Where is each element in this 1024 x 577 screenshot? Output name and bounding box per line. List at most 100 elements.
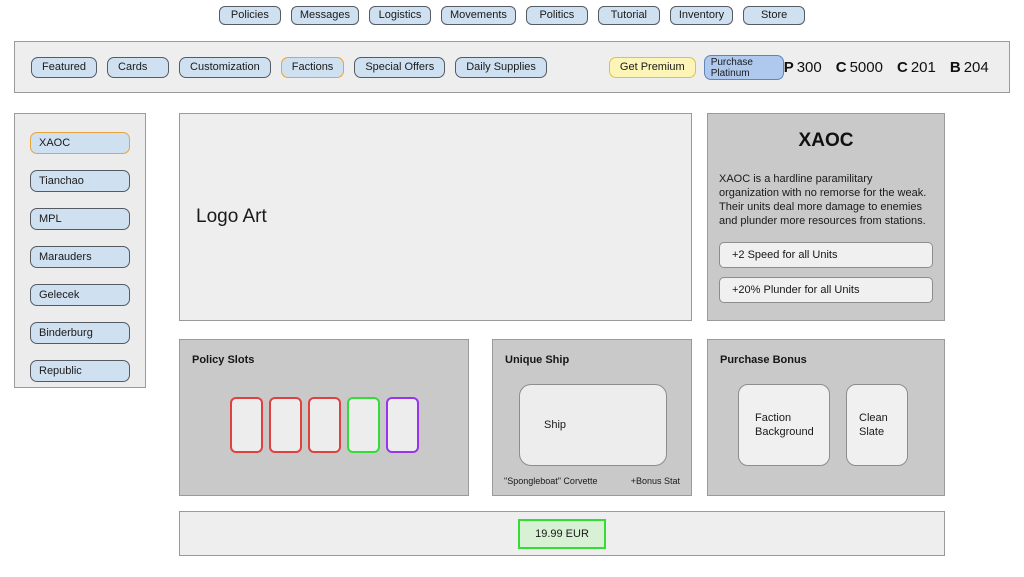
unique-ship-footer: "Spongleboat" Corvette +Bonus Stat: [504, 476, 680, 486]
store-tab-label: Featured: [42, 60, 87, 73]
currency-amount: 300: [796, 58, 822, 76]
currency-symbol: P: [783, 58, 794, 76]
faction-sidebar: XAOC Tianchao MPL Marauders Gelecek Binderbur…: [14, 113, 146, 388]
currency-item: P 300: [784, 59, 822, 76]
nav-item-label: Tutorial: [610, 9, 648, 22]
store-tab-featured[interactable]: Featured: [31, 56, 98, 78]
nav-item-inventory[interactable]: Inventory: [669, 6, 734, 25]
sidebar-item-mpl[interactable]: MPL: [30, 208, 130, 230]
currency-symbol: C: [835, 58, 847, 76]
get-premium-label: Get Premium: [619, 60, 685, 73]
sidebar-item-label: XAOC: [39, 136, 71, 149]
policy-slot-row: [180, 397, 468, 453]
store-tab-label: Cards: [118, 60, 148, 73]
store-toolbar: Featured Cards Customization Factions Specia…: [14, 41, 1010, 93]
store-tab-special-offers[interactable]: Special Offers: [354, 56, 446, 78]
purchase-platinum-label-line2: Platinum: [710, 68, 750, 79]
purchase-platinum-label-line1: Purchase: [710, 56, 753, 68]
nav-item-label: Movements: [450, 9, 507, 22]
purchase-bonus-card-line2: Slate: [859, 426, 885, 438]
ship-art-box[interactable]: Ship: [519, 384, 667, 466]
store-tab-customization[interactable]: Customization: [179, 56, 271, 78]
nav-item-policies[interactable]: Policies: [218, 6, 281, 25]
faction-logo-panel: Logo Art: [179, 113, 692, 321]
purchase-bonus-title: Purchase Bonus: [720, 354, 807, 366]
unique-ship-panel: Unique Ship Ship "Spongleboat" Corvette …: [492, 339, 692, 496]
currency-item: C 5000: [836, 59, 883, 76]
currency-amount: 204: [963, 58, 989, 76]
sidebar-item-label: MPL: [39, 212, 62, 225]
purchase-bonus-card-label: Clean Slate: [859, 411, 888, 439]
ship-art-placeholder: Ship: [544, 419, 567, 431]
logo-art-placeholder: Logo Art: [196, 206, 267, 227]
purchase-platinum-button[interactable]: Purchase Platinum: [703, 54, 784, 80]
faction-info-panel: XAOC XAOC is a hardline paramilitary org…: [707, 113, 945, 321]
nav-item-label: Logistics: [378, 9, 422, 22]
nav-item-label: Politics: [539, 9, 575, 22]
nav-item-label: Store: [760, 9, 788, 22]
unique-ship-title: Unique Ship: [505, 354, 570, 366]
currency-symbol: B: [949, 58, 961, 76]
store-tab-cards[interactable]: Cards: [107, 56, 170, 78]
policy-slot-card[interactable]: [307, 397, 341, 453]
sidebar-item-label: Marauders: [39, 250, 92, 263]
ship-name-label: "Spongleboat" Corvette: [504, 476, 598, 486]
purchase-bonus-panel: Purchase Bonus Faction Background Clean Sla…: [707, 339, 945, 496]
nav-item-politics[interactable]: Politics: [525, 6, 588, 25]
nav-item-label: Policies: [230, 9, 269, 22]
sidebar-item-tianchao[interactable]: Tianchao: [30, 170, 130, 192]
policy-slot-card[interactable]: [385, 397, 419, 453]
sidebar-item-xaoc[interactable]: XAOC: [30, 132, 130, 154]
policy-slots-panel: Policy Slots: [179, 339, 469, 496]
price-bar: 19.99 EUR: [179, 511, 945, 556]
purchase-bonus-card-label: Faction Background: [755, 411, 814, 439]
store-tab-label: Special Offers: [365, 60, 435, 73]
sidebar-item-gelecek[interactable]: Gelecek: [30, 284, 130, 306]
purchase-bonus-card-row: Faction Background Clean Slate: [738, 384, 908, 466]
currency-symbol: C: [896, 58, 908, 76]
faction-perk-label: +2 Speed for all Units: [732, 249, 838, 261]
currency-display: P 300 C 5000 C 201 B 204: [784, 59, 989, 76]
policy-slot-card[interactable]: [346, 397, 380, 453]
nav-item-label: Messages: [299, 9, 351, 22]
purchase-bonus-card-line2: Background: [755, 426, 814, 438]
get-premium-button[interactable]: Get Premium: [608, 56, 696, 78]
sidebar-item-label: Binderburg: [39, 326, 93, 339]
currency-item: B 204: [950, 59, 989, 76]
store-tab-group: Featured Cards Customization Factions Specia…: [31, 56, 547, 78]
purchase-bonus-card[interactable]: Clean Slate: [846, 384, 908, 466]
faction-perk: +20% Plunder for all Units: [719, 277, 933, 303]
sidebar-item-marauders[interactable]: Marauders: [30, 246, 130, 268]
sidebar-item-label: Tianchao: [39, 174, 84, 187]
sidebar-item-republic[interactable]: Republic: [30, 360, 130, 382]
store-tab-label: Daily Supplies: [466, 60, 536, 73]
purchase-price-button[interactable]: 19.99 EUR: [518, 518, 606, 549]
nav-item-movements[interactable]: Movements: [441, 6, 516, 25]
store-tab-factions[interactable]: Factions: [280, 56, 345, 78]
purchase-bonus-card[interactable]: Faction Background: [738, 384, 830, 466]
policy-slots-title: Policy Slots: [192, 354, 255, 366]
ship-bonus-stat-label: +Bonus Stat: [630, 476, 680, 486]
currency-amount: 201: [910, 58, 936, 76]
nav-item-logistics[interactable]: Logistics: [369, 6, 432, 25]
nav-item-label: Inventory: [678, 9, 725, 22]
nav-item-tutorial[interactable]: Tutorial: [597, 6, 660, 25]
policy-slot-card[interactable]: [268, 397, 302, 453]
faction-perk-label: +20% Plunder for all Units: [732, 284, 860, 296]
purchase-bonus-card-line1: Clean: [859, 412, 888, 424]
price-label: 19.99 EUR: [535, 527, 589, 540]
faction-perk-list: +2 Speed for all Units +20% Plunder for a…: [708, 242, 944, 303]
faction-info-title: XAOC: [798, 130, 854, 151]
nav-item-messages[interactable]: Messages: [290, 6, 360, 25]
sidebar-item-binderburg[interactable]: Binderburg: [30, 322, 130, 344]
sidebar-item-label: Gelecek: [39, 288, 80, 301]
policy-slot-card[interactable]: [229, 397, 263, 453]
nav-item-store[interactable]: Store: [743, 6, 806, 25]
store-tab-daily-supplies[interactable]: Daily Supplies: [455, 56, 547, 78]
top-navigation-bar: Policies Messages Logistics Movements Politi…: [0, 6, 1024, 25]
store-tab-label: Factions: [291, 60, 334, 73]
currency-amount: 5000: [849, 58, 883, 76]
sidebar-item-label: Republic: [39, 364, 82, 377]
faction-info-description: XAOC is a hardline paramilitary organiza…: [719, 173, 927, 227]
faction-perk: +2 Speed for all Units: [719, 242, 933, 268]
